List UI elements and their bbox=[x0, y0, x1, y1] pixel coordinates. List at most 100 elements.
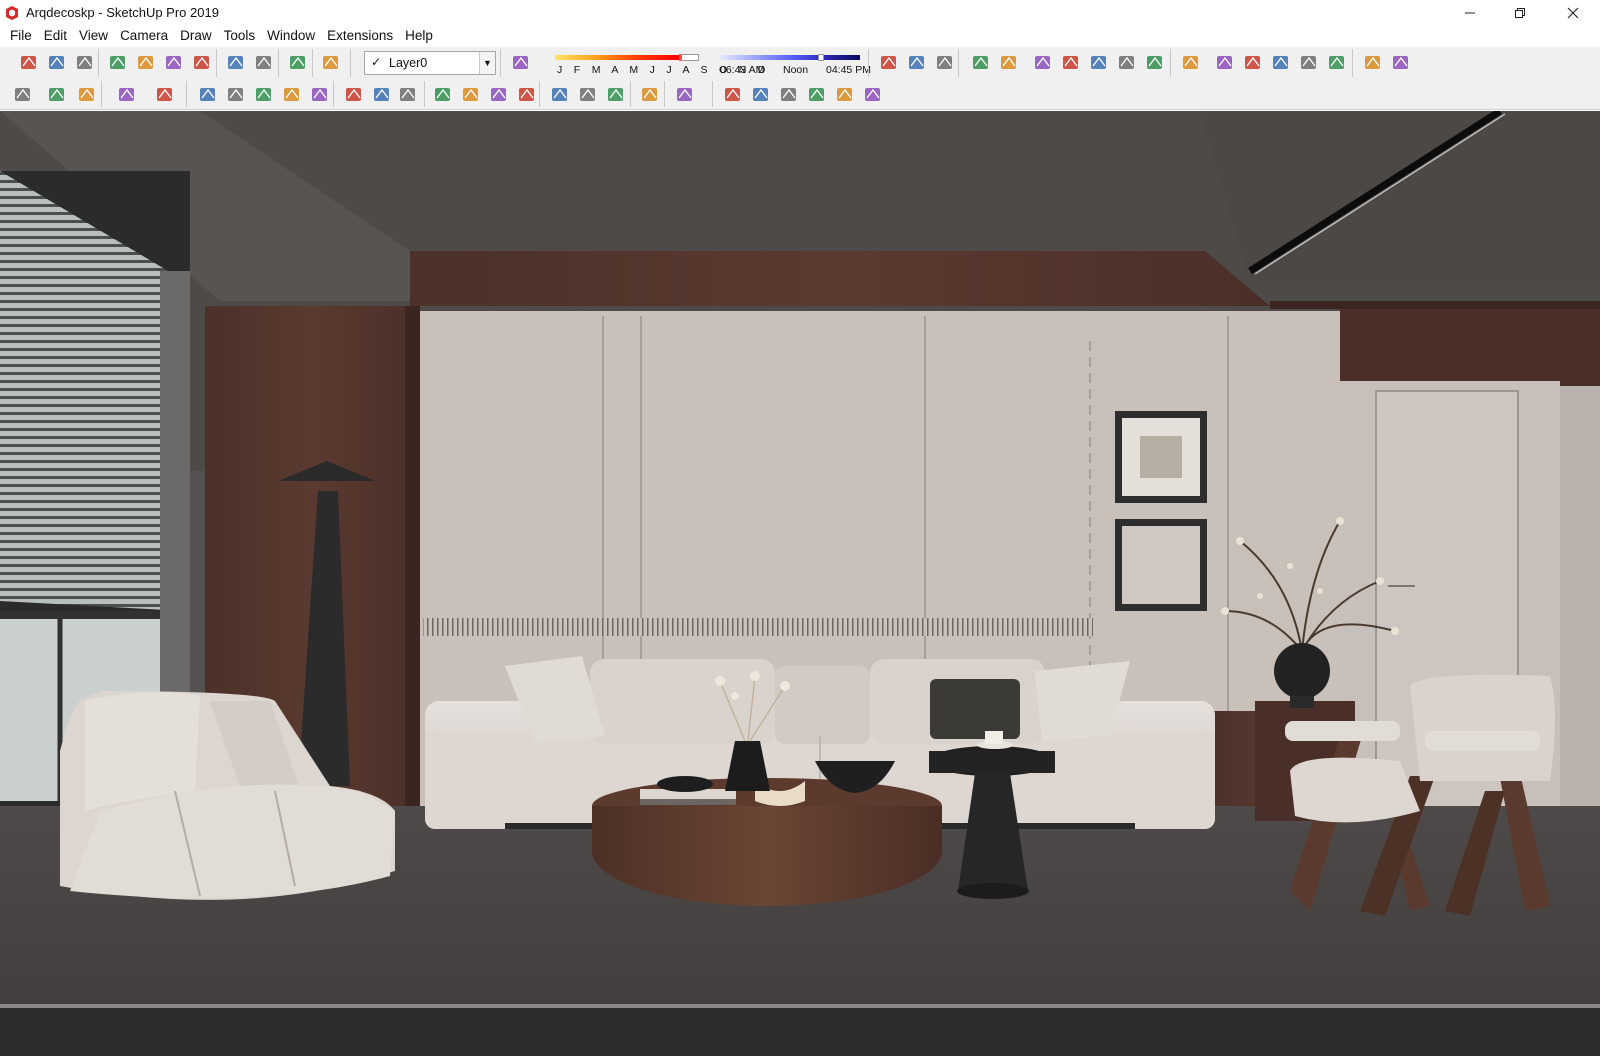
orbit-icon[interactable] bbox=[432, 84, 454, 106]
menu-window[interactable]: Window bbox=[261, 25, 321, 47]
minimize-button[interactable] bbox=[1445, 0, 1495, 25]
textured-icon[interactable] bbox=[1060, 52, 1082, 74]
iso-house-icon[interactable] bbox=[722, 84, 744, 106]
title-bar: Arqdecoskp - SketchUp Pro 2019 bbox=[0, 0, 1600, 25]
section-icon[interactable] bbox=[750, 84, 772, 106]
arc-icon[interactable] bbox=[116, 84, 138, 106]
warehouse-icon[interactable] bbox=[549, 84, 571, 106]
front-view-icon[interactable] bbox=[1180, 52, 1202, 74]
menu-edit[interactable]: Edit bbox=[38, 25, 73, 47]
make-component-icon[interactable] bbox=[1326, 52, 1348, 74]
toolbar-separator bbox=[424, 81, 425, 107]
time-slider-track[interactable] bbox=[720, 55, 860, 60]
move-icon[interactable] bbox=[253, 84, 275, 106]
eraser-icon[interactable] bbox=[510, 52, 532, 74]
close-button[interactable] bbox=[1548, 0, 1598, 25]
print-icon[interactable] bbox=[287, 52, 309, 74]
ruby-icon[interactable] bbox=[639, 84, 661, 106]
house-box-icon[interactable] bbox=[806, 84, 828, 106]
home-icon[interactable] bbox=[778, 84, 800, 106]
eraser-icon-2[interactable] bbox=[1390, 52, 1412, 74]
layer-check-icon: ✓ bbox=[371, 55, 382, 69]
menu-camera[interactable]: Camera bbox=[114, 25, 174, 47]
iso-view-icon[interactable] bbox=[1116, 52, 1138, 74]
menu-view[interactable]: View bbox=[73, 25, 114, 47]
roof-icon[interactable] bbox=[862, 84, 884, 106]
cut-icon[interactable] bbox=[107, 52, 129, 74]
toolbar-separator bbox=[350, 49, 351, 77]
paste-icon[interactable] bbox=[163, 52, 185, 74]
zoom-icon[interactable] bbox=[488, 84, 510, 106]
rotate-icon[interactable] bbox=[281, 84, 303, 106]
menu-file[interactable]: File bbox=[4, 25, 38, 47]
select-icon[interactable] bbox=[12, 84, 34, 106]
copy-icon[interactable] bbox=[135, 52, 157, 74]
eraser-icon[interactable] bbox=[46, 84, 68, 106]
new-model-icon[interactable] bbox=[18, 52, 40, 74]
styles-icon[interactable] bbox=[878, 52, 900, 74]
undo-icon[interactable] bbox=[225, 52, 247, 74]
toolbar-separator bbox=[312, 49, 313, 77]
toolbar-separator bbox=[216, 49, 217, 77]
month-slider-thumb[interactable] bbox=[679, 54, 699, 61]
layer-dropdown[interactable]: ✓ Layer0 ▼ bbox=[364, 51, 496, 75]
follow-me-icon[interactable] bbox=[225, 84, 247, 106]
paint-icon[interactable] bbox=[397, 84, 419, 106]
menu-draw[interactable]: Draw bbox=[174, 25, 218, 47]
model-viewport[interactable] bbox=[0, 111, 1600, 1056]
sketchup-logo-icon bbox=[6, 5, 18, 20]
monochrome-icon[interactable] bbox=[1088, 52, 1110, 74]
menu-bar: File Edit View Camera Draw Tools Window … bbox=[0, 25, 1600, 47]
redo-icon[interactable] bbox=[253, 52, 275, 74]
time-start-label: 06:43 AM bbox=[720, 64, 765, 76]
hidden-line-icon[interactable] bbox=[998, 52, 1020, 74]
month-slider-track[interactable] bbox=[555, 55, 679, 60]
wireframe-icon[interactable] bbox=[970, 52, 992, 74]
tape-measure-icon[interactable] bbox=[343, 84, 365, 106]
scale-icon[interactable] bbox=[309, 84, 331, 106]
layout-icon[interactable] bbox=[605, 84, 627, 106]
menu-extensions[interactable]: Extensions bbox=[321, 25, 399, 47]
top-view-icon[interactable] bbox=[1144, 52, 1166, 74]
select-icon[interactable] bbox=[1298, 52, 1320, 74]
restore-button[interactable] bbox=[1495, 0, 1545, 25]
rectangle-icon[interactable] bbox=[154, 84, 176, 106]
model-info-icon[interactable] bbox=[320, 52, 342, 74]
layer-name: Layer0 bbox=[389, 56, 428, 70]
back-view-icon[interactable] bbox=[1242, 52, 1264, 74]
toolbar-separator bbox=[1170, 49, 1171, 77]
paint-bucket-icon[interactable] bbox=[1362, 52, 1384, 74]
line-icon[interactable] bbox=[76, 84, 98, 106]
back-edges-icon[interactable] bbox=[934, 52, 956, 74]
text-icon[interactable] bbox=[371, 84, 393, 106]
account-icon[interactable] bbox=[674, 84, 696, 106]
toolbar-separator bbox=[278, 49, 279, 77]
shaded-icon[interactable] bbox=[1032, 52, 1054, 74]
save-icon[interactable] bbox=[74, 52, 96, 74]
house-outline-icon[interactable] bbox=[834, 84, 856, 106]
chevron-down-icon[interactable]: ▼ bbox=[479, 52, 495, 74]
pan-icon[interactable] bbox=[460, 84, 482, 106]
toolbar-separator bbox=[101, 81, 102, 107]
restore-icon bbox=[1515, 7, 1525, 18]
erase-icon[interactable] bbox=[191, 52, 213, 74]
minimize-icon bbox=[1465, 12, 1475, 13]
push-pull-icon[interactable] bbox=[197, 84, 219, 106]
toolbar-separator bbox=[333, 81, 334, 107]
zoom-extents-icon[interactable] bbox=[516, 84, 538, 106]
open-icon[interactable] bbox=[46, 52, 68, 74]
time-noon-label: Noon bbox=[783, 64, 809, 76]
toolbar-separator bbox=[1352, 49, 1353, 77]
menu-help[interactable]: Help bbox=[399, 25, 439, 47]
menu-tools[interactable]: Tools bbox=[218, 25, 262, 47]
time-end-label: 04:45 PM bbox=[826, 64, 871, 76]
time-slider-thumb[interactable] bbox=[818, 54, 824, 61]
xray-icon[interactable] bbox=[906, 52, 928, 74]
toolbar-separator bbox=[958, 49, 959, 77]
toolbar-separator bbox=[664, 81, 665, 107]
extension-warehouse-icon[interactable] bbox=[577, 84, 599, 106]
toolbar-separator bbox=[630, 81, 631, 107]
right-view-icon[interactable] bbox=[1214, 52, 1236, 74]
left-view-icon[interactable] bbox=[1270, 52, 1292, 74]
toolbar-separator bbox=[539, 81, 540, 107]
